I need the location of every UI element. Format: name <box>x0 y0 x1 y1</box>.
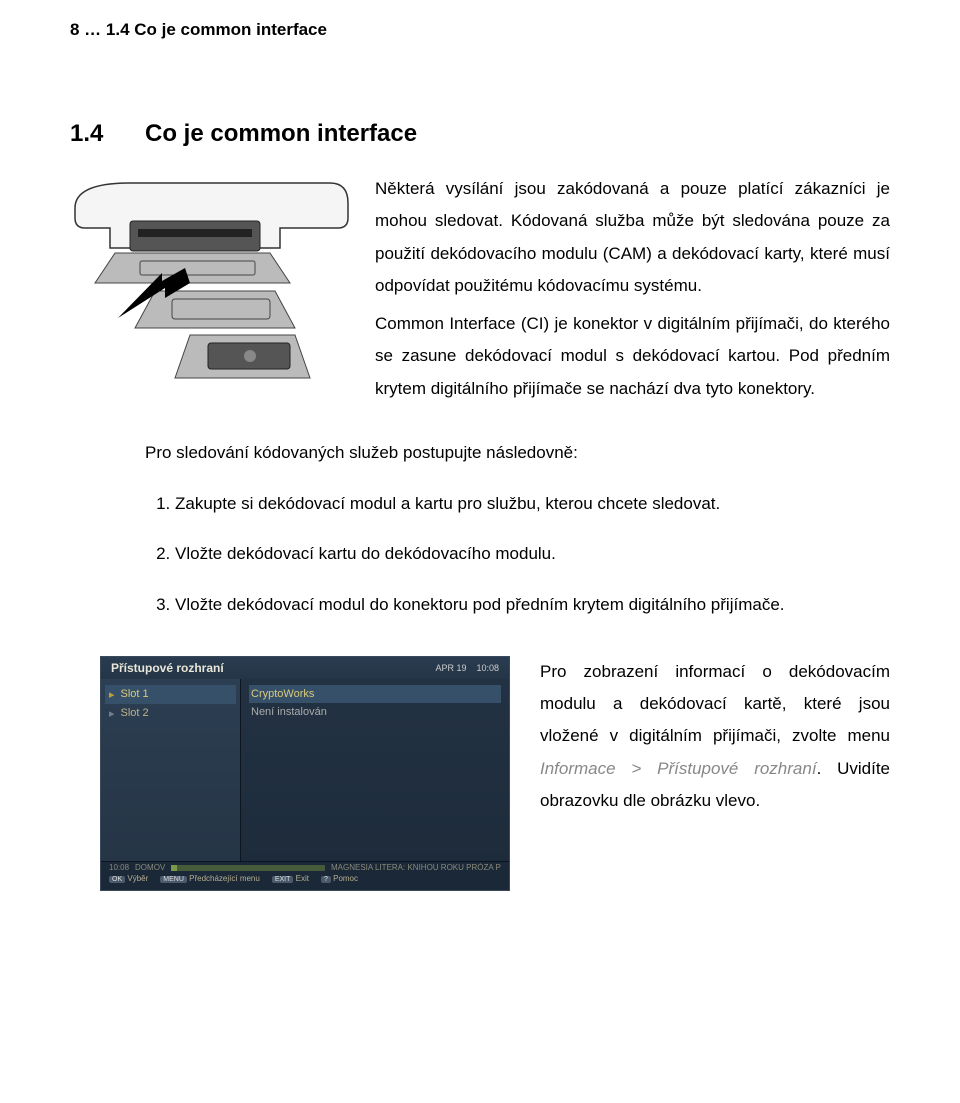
section-title: Co je common interface <box>145 120 417 148</box>
tv-key-help-label: Pomoc <box>333 874 358 883</box>
tv-key-exit-label: Exit <box>296 874 309 883</box>
tv-menu-time: 10:08 <box>476 663 499 673</box>
tv-progress-time: 10:08 <box>109 863 129 872</box>
section-number: 1.4 <box>70 120 145 148</box>
tv-menu-date: APR 19 <box>435 663 466 673</box>
list-item: Vložte dekódovací modul do konektoru pod… <box>175 589 890 621</box>
tv-key-help: ? <box>321 876 331 883</box>
tv-progress-bar <box>171 865 325 871</box>
tv-key-ok: OK <box>109 876 125 883</box>
tv-right-not-installed: Není instalován <box>249 703 501 721</box>
intro-paragraph-2: Common Interface (CI) je konektor v digi… <box>375 308 890 405</box>
list-item: Vložte dekódovací kartu do dekódovacího … <box>175 538 890 570</box>
steps-list: Zakupte si dekódovací modul a kartu pro … <box>145 488 890 621</box>
list-item: Zakupte si dekódovací modul a kartu pro … <box>175 488 890 520</box>
intro-paragraph-1: Některá vysílání jsou zakódovaná a pouze… <box>375 173 890 302</box>
tv-key-menu-label: Předcházející menu <box>189 874 260 883</box>
menu-path: Informace > Přístupové rozhraní <box>540 759 817 778</box>
tv-progress-title: MAGNESIA LITERA: KNIHOU ROKU PRÓZA PETRY… <box>331 863 501 872</box>
device-illustration <box>70 173 350 413</box>
bottom-text-pre: Pro zobrazení informací o dekódovacím mo… <box>540 662 890 746</box>
tv-slot-2: ▸Slot 2 <box>105 704 236 723</box>
tv-progress-label: DOMOV <box>135 863 165 872</box>
tv-slot-1: ▸Slot 1 <box>105 685 236 704</box>
steps-intro: Pro sledování kódovaných služeb postupuj… <box>145 443 890 463</box>
tv-key-ok-label: Výběr <box>127 874 148 883</box>
tv-menu-title: Přístupové rozhraní <box>111 661 224 675</box>
section-heading: 1.4 Co je common interface <box>70 120 890 148</box>
tv-menu-screenshot: Přístupové rozhraní APR 19 10:08 ▸Slot 1… <box>100 656 510 891</box>
tv-key-menu: MENU <box>160 876 187 883</box>
tv-right-cryptoworks: CryptoWorks <box>249 685 501 703</box>
tv-key-exit: EXIT <box>272 876 294 883</box>
page-header: 8 … 1.4 Co je common interface <box>70 20 890 40</box>
bottom-paragraph: Pro zobrazení informací o dekódovacím mo… <box>540 656 890 817</box>
